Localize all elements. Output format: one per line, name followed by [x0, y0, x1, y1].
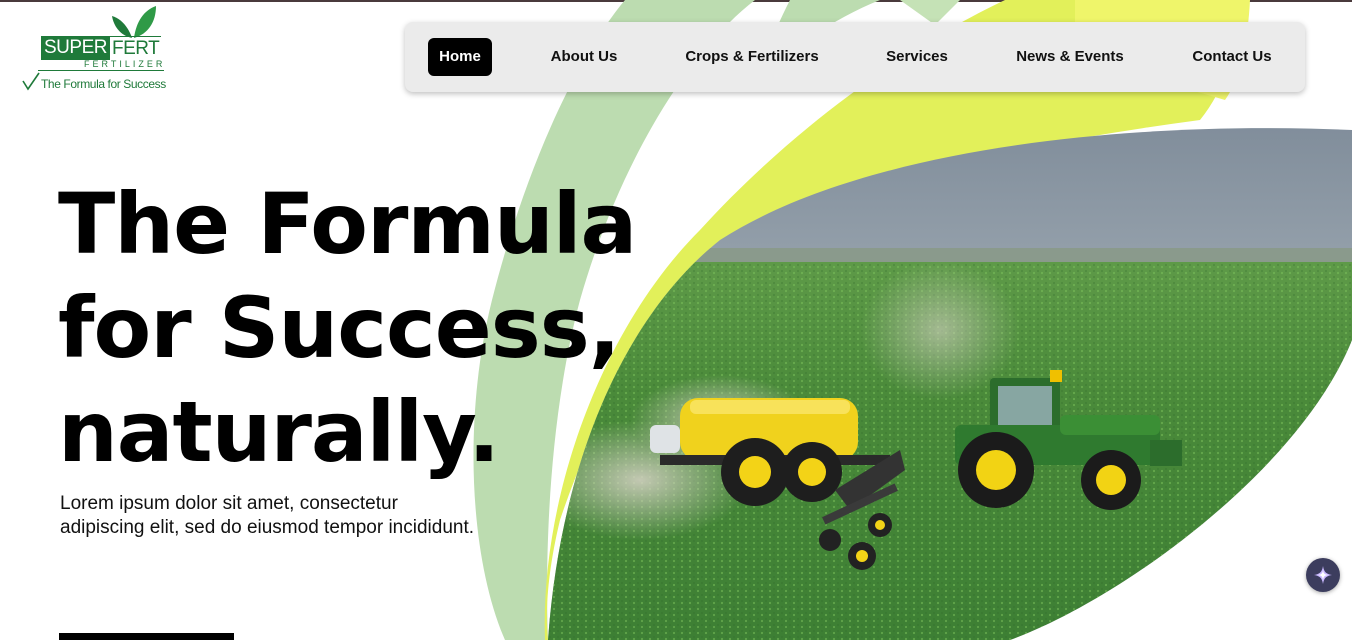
checkmark-icon: [22, 72, 40, 91]
hero-title-line: naturally.: [58, 383, 500, 481]
hero-cta-button[interactable]: [59, 633, 234, 640]
hero-title: The Formula for Success, naturally.: [58, 172, 678, 484]
brand-tagline: The Formula for Success: [41, 77, 166, 91]
nav-item-crops-fertilizers[interactable]: Crops & Fertilizers: [673, 38, 831, 76]
assistant-button[interactable]: [1306, 558, 1340, 592]
sparkle-icon: [1314, 566, 1332, 584]
brand-logo[interactable]: SUPER FERT FERTILIZER The Formula for Su…: [22, 4, 172, 94]
brand-word-left: SUPER: [41, 36, 110, 60]
brand-divider: [38, 70, 164, 71]
nav-item-services[interactable]: Services: [875, 38, 959, 76]
hero-title-line: The Formula: [58, 175, 637, 273]
nav-item-home[interactable]: Home: [428, 38, 492, 76]
brand-subtitle: FERTILIZER: [84, 59, 166, 69]
hero-description: Lorem ipsum dolor sit amet, consectetur …: [60, 493, 475, 538]
main-navigation: Home About Us Crops & Fertilizers Servic…: [405, 22, 1305, 92]
nav-item-about-us[interactable]: About Us: [538, 38, 630, 76]
leaf-icon: [112, 6, 156, 38]
brand-word-right: FERT: [109, 36, 162, 59]
brand-wordmark: SUPER FERT: [41, 36, 162, 60]
hero-title-line: for Success,: [58, 279, 621, 377]
nav-item-contact-us[interactable]: Contact Us: [1180, 38, 1284, 76]
nav-item-news-events[interactable]: News & Events: [1002, 38, 1138, 76]
